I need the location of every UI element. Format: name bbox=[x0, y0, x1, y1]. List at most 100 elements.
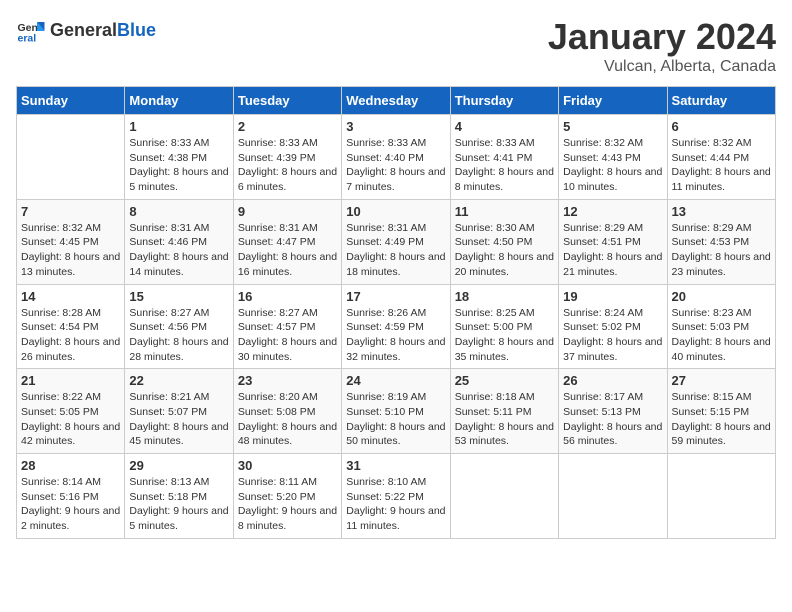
calendar-cell: 11 Sunrise: 8:30 AMSunset: 4:50 PMDayligh… bbox=[450, 199, 558, 284]
day-number: 29 bbox=[129, 458, 228, 473]
calendar-cell: 8 Sunrise: 8:31 AMSunset: 4:46 PMDaylight… bbox=[125, 199, 233, 284]
calendar-cell: 22Sunrise: 8:21 AMSunset: 5:07 PMDayligh… bbox=[125, 369, 233, 454]
calendar-cell bbox=[450, 454, 558, 539]
day-info: Sunrise: 8:33 AMSunset: 4:39 PMDaylight:… bbox=[238, 136, 337, 195]
day-number: 21 bbox=[21, 373, 120, 388]
day-number: 25 bbox=[455, 373, 554, 388]
weekday-label: Saturday bbox=[667, 87, 775, 115]
calendar-cell: 18Sunrise: 8:25 AMSunset: 5:00 PMDayligh… bbox=[450, 284, 558, 369]
weekday-label: Wednesday bbox=[342, 87, 450, 115]
day-number: 15 bbox=[129, 289, 228, 304]
logo-icon: Gen eral bbox=[16, 16, 46, 46]
day-info: Sunrise: 8:29 AMSunset: 4:51 PMDaylight:… bbox=[563, 221, 662, 280]
calendar-cell: 17 Sunrise: 8:26 AMSunset: 4:59 PMDayligh… bbox=[342, 284, 450, 369]
day-info: Sunrise: 8:17 AMSunset: 5:13 PMDaylight:… bbox=[563, 390, 662, 449]
day-number: 7 bbox=[21, 204, 120, 219]
calendar-cell: 1 Sunrise: 8:33 AMSunset: 4:38 PMDaylight… bbox=[125, 115, 233, 200]
weekday-label: Monday bbox=[125, 87, 233, 115]
day-info: Sunrise: 8:26 AMSunset: 4:59 PMDaylight:… bbox=[346, 306, 445, 365]
day-number: 1 bbox=[129, 119, 228, 134]
day-number: 3 bbox=[346, 119, 445, 134]
day-number: 16 bbox=[238, 289, 337, 304]
calendar-body: 1 Sunrise: 8:33 AMSunset: 4:38 PMDaylight… bbox=[17, 115, 776, 539]
calendar-cell: 19 Sunrise: 8:24 AMSunset: 5:02 PMDayligh… bbox=[559, 284, 667, 369]
day-info: Sunrise: 8:18 AMSunset: 5:11 PMDaylight:… bbox=[455, 390, 554, 449]
day-number: 13 bbox=[672, 204, 771, 219]
calendar-cell: 28 Sunrise: 8:14 AMSunset: 5:16 PMDayligh… bbox=[17, 454, 125, 539]
day-info: Sunrise: 8:22 AMSunset: 5:05 PMDaylight:… bbox=[21, 390, 120, 449]
calendar-cell: 5Sunrise: 8:32 AMSunset: 4:43 PMDaylight… bbox=[559, 115, 667, 200]
calendar-cell: 26 Sunrise: 8:17 AMSunset: 5:13 PMDayligh… bbox=[559, 369, 667, 454]
calendar-cell: 13Sunrise: 8:29 AMSunset: 4:53 PMDayligh… bbox=[667, 199, 775, 284]
day-info: Sunrise: 8:25 AMSunset: 5:00 PMDaylight:… bbox=[455, 306, 554, 365]
title-block: January 2024 Vulcan, Alberta, Canada bbox=[548, 16, 776, 76]
calendar-cell: 12 Sunrise: 8:29 AMSunset: 4:51 PMDayligh… bbox=[559, 199, 667, 284]
day-number: 10 bbox=[346, 204, 445, 219]
day-info: Sunrise: 8:33 AMSunset: 4:38 PMDaylight:… bbox=[129, 136, 228, 195]
day-info: Sunrise: 8:30 AMSunset: 4:50 PMDaylight:… bbox=[455, 221, 554, 280]
day-number: 6 bbox=[672, 119, 771, 134]
calendar-cell: 29 Sunrise: 8:13 AMSunset: 5:18 PMDayligh… bbox=[125, 454, 233, 539]
calendar-cell: 21 Sunrise: 8:22 AMSunset: 5:05 PMDayligh… bbox=[17, 369, 125, 454]
day-info: Sunrise: 8:32 AMSunset: 4:45 PMDaylight:… bbox=[21, 221, 120, 280]
day-info: Sunrise: 8:31 AMSunset: 4:49 PMDaylight:… bbox=[346, 221, 445, 280]
day-number: 5 bbox=[563, 119, 662, 134]
calendar-table: SundayMondayTuesdayWednesdayThursdayFrid… bbox=[16, 86, 776, 539]
day-info: Sunrise: 8:28 AMSunset: 4:54 PMDaylight:… bbox=[21, 306, 120, 365]
calendar-cell: 14Sunrise: 8:28 AMSunset: 4:54 PMDayligh… bbox=[17, 284, 125, 369]
calendar-cell: 20 Sunrise: 8:23 AMSunset: 5:03 PMDayligh… bbox=[667, 284, 775, 369]
weekday-label: Friday bbox=[559, 87, 667, 115]
day-info: Sunrise: 8:14 AMSunset: 5:16 PMDaylight:… bbox=[21, 475, 120, 534]
day-number: 30 bbox=[238, 458, 337, 473]
day-number: 2 bbox=[238, 119, 337, 134]
calendar-cell: 10 Sunrise: 8:31 AMSunset: 4:49 PMDayligh… bbox=[342, 199, 450, 284]
day-number: 11 bbox=[455, 204, 554, 219]
day-number: 26 bbox=[563, 373, 662, 388]
day-info: Sunrise: 8:27 AMSunset: 4:56 PMDaylight:… bbox=[129, 306, 228, 365]
logo-blue: Blue bbox=[117, 20, 156, 40]
day-number: 23 bbox=[238, 373, 337, 388]
calendar-week-row: 1 Sunrise: 8:33 AMSunset: 4:38 PMDaylight… bbox=[17, 115, 776, 200]
calendar-cell: 31Sunrise: 8:10 AMSunset: 5:22 PMDayligh… bbox=[342, 454, 450, 539]
day-info: Sunrise: 8:31 AMSunset: 4:46 PMDaylight:… bbox=[129, 221, 228, 280]
calendar-cell: 30 Sunrise: 8:11 AMSunset: 5:20 PMDayligh… bbox=[233, 454, 341, 539]
day-info: Sunrise: 8:31 AMSunset: 4:47 PMDaylight:… bbox=[238, 221, 337, 280]
calendar-cell: 24Sunrise: 8:19 AMSunset: 5:10 PMDayligh… bbox=[342, 369, 450, 454]
calendar-week-row: 7 Sunrise: 8:32 AMSunset: 4:45 PMDaylight… bbox=[17, 199, 776, 284]
calendar-cell: 2 Sunrise: 8:33 AMSunset: 4:39 PMDaylight… bbox=[233, 115, 341, 200]
day-info: Sunrise: 8:20 AMSunset: 5:08 PMDaylight:… bbox=[238, 390, 337, 449]
day-number: 12 bbox=[563, 204, 662, 219]
day-number: 24 bbox=[346, 373, 445, 388]
calendar-cell: 23 Sunrise: 8:20 AMSunset: 5:08 PMDayligh… bbox=[233, 369, 341, 454]
logo-general: General bbox=[50, 20, 117, 40]
day-number: 19 bbox=[563, 289, 662, 304]
weekday-label: Tuesday bbox=[233, 87, 341, 115]
calendar-cell: 4Sunrise: 8:33 AMSunset: 4:41 PMDaylight… bbox=[450, 115, 558, 200]
calendar-cell bbox=[17, 115, 125, 200]
day-number: 31 bbox=[346, 458, 445, 473]
location-title: Vulcan, Alberta, Canada bbox=[548, 58, 776, 76]
day-info: Sunrise: 8:27 AMSunset: 4:57 PMDaylight:… bbox=[238, 306, 337, 365]
day-info: Sunrise: 8:11 AMSunset: 5:20 PMDaylight:… bbox=[238, 475, 337, 534]
day-info: Sunrise: 8:13 AMSunset: 5:18 PMDaylight:… bbox=[129, 475, 228, 534]
day-info: Sunrise: 8:32 AMSunset: 4:44 PMDaylight:… bbox=[672, 136, 771, 195]
page-header: Gen eral GeneralBlue January 2024 Vulcan… bbox=[16, 16, 776, 76]
day-number: 20 bbox=[672, 289, 771, 304]
month-title: January 2024 bbox=[548, 16, 776, 58]
calendar-cell bbox=[667, 454, 775, 539]
day-number: 28 bbox=[21, 458, 120, 473]
day-info: Sunrise: 8:21 AMSunset: 5:07 PMDaylight:… bbox=[129, 390, 228, 449]
day-info: Sunrise: 8:23 AMSunset: 5:03 PMDaylight:… bbox=[672, 306, 771, 365]
calendar-cell bbox=[559, 454, 667, 539]
calendar-cell: 6 Sunrise: 8:32 AMSunset: 4:44 PMDaylight… bbox=[667, 115, 775, 200]
day-info: Sunrise: 8:24 AMSunset: 5:02 PMDaylight:… bbox=[563, 306, 662, 365]
day-number: 17 bbox=[346, 289, 445, 304]
day-number: 8 bbox=[129, 204, 228, 219]
weekday-label: Thursday bbox=[450, 87, 558, 115]
logo: Gen eral GeneralBlue bbox=[16, 16, 156, 46]
calendar-cell: 3Sunrise: 8:33 AMSunset: 4:40 PMDaylight… bbox=[342, 115, 450, 200]
day-info: Sunrise: 8:15 AMSunset: 5:15 PMDaylight:… bbox=[672, 390, 771, 449]
calendar-cell: 7 Sunrise: 8:32 AMSunset: 4:45 PMDaylight… bbox=[17, 199, 125, 284]
svg-text:eral: eral bbox=[18, 33, 37, 45]
calendar-week-row: 14Sunrise: 8:28 AMSunset: 4:54 PMDayligh… bbox=[17, 284, 776, 369]
